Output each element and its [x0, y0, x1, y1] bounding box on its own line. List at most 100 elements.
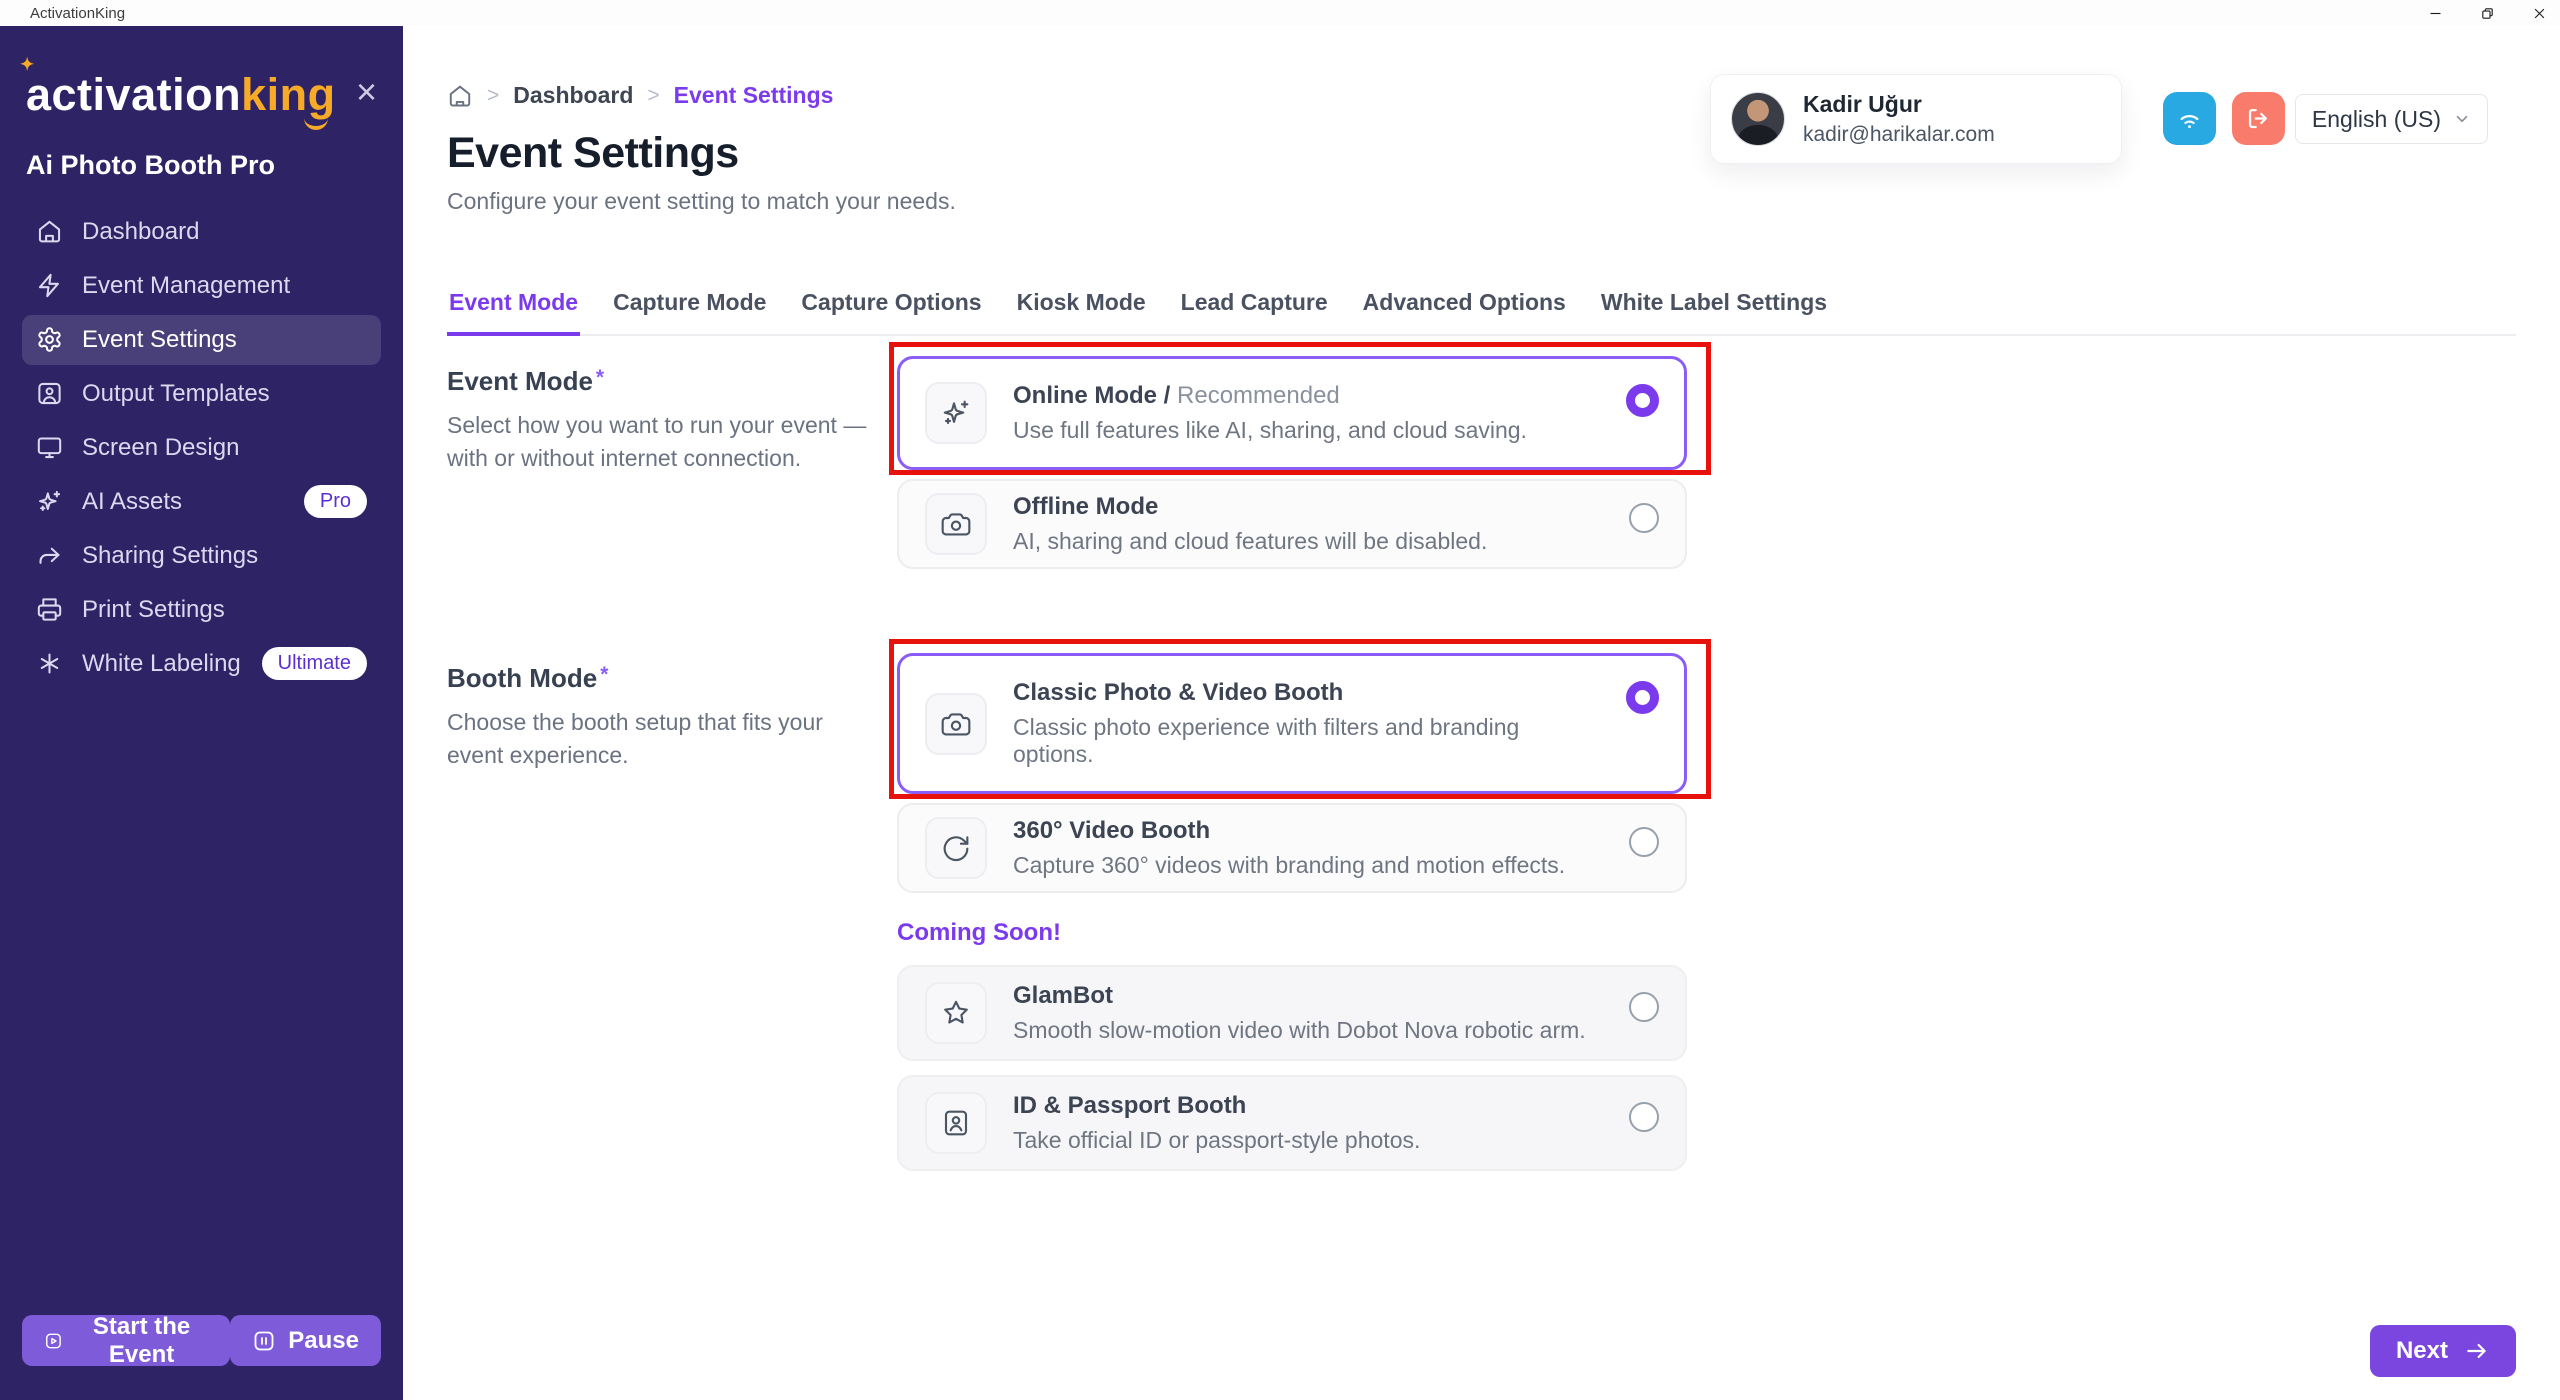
tab-advanced-options[interactable]: Advanced Options	[1361, 289, 1568, 334]
ultimate-badge: Ultimate	[262, 647, 367, 680]
user-email: kadir@harikalar.com	[1803, 123, 1995, 147]
sparkles-icon	[36, 488, 63, 515]
radio-classic-booth[interactable]	[1626, 681, 1659, 714]
option-icon-box	[925, 693, 987, 755]
breadcrumb-event-settings[interactable]: Event Settings	[674, 82, 834, 109]
option-title: GlamBot	[1013, 982, 1603, 1010]
sidebar-item-label: AI Assets	[82, 488, 182, 516]
tab-capture-options[interactable]: Capture Options	[799, 289, 983, 334]
close-button[interactable]	[2526, 0, 2552, 26]
start-event-label: Start the Event	[75, 1313, 208, 1369]
restore-button[interactable]	[2474, 0, 2500, 26]
home-icon[interactable]	[447, 83, 473, 109]
id-card-icon	[940, 1107, 972, 1139]
sidebar-item-output-templates[interactable]: Output Templates	[22, 369, 381, 419]
sidebar-item-label: Dashboard	[82, 218, 199, 246]
camera-icon	[940, 708, 972, 740]
option-360-booth[interactable]: 360° Video Booth Capture 360° videos wit…	[897, 803, 1687, 893]
wifi-icon	[2176, 105, 2203, 132]
option-description: Capture 360° videos with branding and mo…	[1013, 852, 1603, 879]
pause-label: Pause	[288, 1327, 359, 1355]
coming-soon-label: Coming Soon!	[897, 919, 1687, 947]
radio-360-booth[interactable]	[1629, 827, 1659, 857]
window-controls	[2422, 0, 2552, 26]
start-event-button[interactable]: Start the Event	[22, 1315, 230, 1366]
radio-offline-mode[interactable]	[1629, 503, 1659, 533]
tab-kiosk-mode[interactable]: Kiosk Mode	[1015, 289, 1148, 334]
star-icon	[940, 997, 972, 1029]
option-description: Take official ID or passport-style photo…	[1013, 1127, 1603, 1154]
sidebar: activationking × Ai Photo Booth Pro Dash…	[0, 26, 403, 1400]
radio-glambot[interactable]	[1629, 992, 1659, 1022]
chevron-down-icon	[2453, 110, 2471, 128]
camera-icon	[940, 508, 972, 540]
booth-mode-label: Booth Mode*	[447, 663, 897, 694]
option-icon-box	[925, 817, 987, 879]
sidebar-item-event-management[interactable]: Event Management	[22, 261, 381, 311]
wifi-button[interactable]	[2163, 92, 2216, 145]
option-icon-box	[925, 493, 987, 555]
option-classic-booth[interactable]: Classic Photo & Video Booth Classic phot…	[897, 653, 1687, 794]
option-id-passport-booth[interactable]: ID & Passport Booth Take official ID or …	[897, 1075, 1687, 1171]
main-content: > Dashboard > Event Settings Event Setti…	[403, 26, 2560, 1400]
event-mode-description: Select how you want to run your event — …	[447, 409, 867, 476]
window-title: ActivationKing	[30, 5, 125, 22]
sidebar-item-sharing-settings[interactable]: Sharing Settings	[22, 531, 381, 581]
sidebar-item-event-settings[interactable]: Event Settings	[22, 315, 381, 365]
event-mode-section: Event Mode* Select how you want to run y…	[447, 356, 2516, 569]
option-title: Offline Mode	[1013, 493, 1603, 521]
tab-white-label-settings[interactable]: White Label Settings	[1599, 289, 1829, 334]
breadcrumb-dashboard[interactable]: Dashboard	[513, 82, 633, 109]
sidebar-item-ai-assets[interactable]: AI Assets Pro	[22, 477, 381, 527]
required-asterisk: *	[596, 366, 604, 389]
sidebar-item-screen-design[interactable]: Screen Design	[22, 423, 381, 473]
asterisk-icon	[36, 650, 63, 677]
sidebar-item-label: Sharing Settings	[82, 542, 258, 570]
sidebar-item-white-labeling[interactable]: White Labeling Ultimate	[22, 639, 381, 689]
pause-button[interactable]: Pause	[230, 1315, 381, 1366]
option-title: Classic Photo & Video Booth	[1013, 679, 1600, 707]
forward-arrow-icon	[36, 542, 63, 569]
booth-mode-description: Choose the booth setup that fits your ev…	[447, 706, 867, 773]
radio-id-passport-booth[interactable]	[1629, 1102, 1659, 1132]
next-label: Next	[2396, 1337, 2448, 1365]
option-icon-box	[925, 982, 987, 1044]
restore-icon	[2480, 6, 2495, 21]
sidebar-close-icon[interactable]: ×	[356, 78, 377, 107]
required-asterisk: *	[600, 663, 608, 686]
printer-icon	[36, 596, 63, 623]
pro-badge: Pro	[304, 485, 367, 518]
user-card[interactable]: Kadir Uğur kadir@harikalar.com	[1710, 74, 2122, 164]
option-description: Classic photo experience with filters an…	[1013, 714, 1600, 768]
logout-button[interactable]	[2232, 92, 2285, 145]
minimize-icon	[2428, 6, 2443, 21]
app-logo: activationking	[26, 70, 336, 120]
option-description: Use full features like AI, sharing, and …	[1013, 417, 1600, 444]
tab-event-mode[interactable]: Event Mode	[447, 289, 580, 336]
option-offline-mode[interactable]: Offline Mode AI, sharing and cloud featu…	[897, 479, 1687, 569]
avatar	[1731, 92, 1785, 146]
sidebar-item-print-settings[interactable]: Print Settings	[22, 585, 381, 635]
tab-capture-mode[interactable]: Capture Mode	[611, 289, 768, 334]
next-button[interactable]: Next	[2370, 1325, 2516, 1377]
option-title: ID & Passport Booth	[1013, 1092, 1603, 1120]
option-icon-box	[925, 1092, 987, 1154]
minimize-button[interactable]	[2422, 0, 2448, 26]
sidebar-item-label: Event Settings	[82, 326, 237, 354]
option-online-mode[interactable]: Online Mode / Recommended Use full featu…	[897, 356, 1687, 470]
sidebar-item-label: Screen Design	[82, 434, 239, 462]
tab-bar: Event Mode Capture Mode Capture Options …	[447, 289, 2516, 336]
sidebar-item-dashboard[interactable]: Dashboard	[22, 207, 381, 257]
close-icon	[2532, 6, 2547, 21]
language-selector[interactable]: English (US)	[2295, 94, 2488, 144]
option-description: Smooth slow-motion video with Dobot Nova…	[1013, 1017, 1603, 1044]
window-titlebar: ActivationKing	[0, 0, 2560, 26]
sidebar-menu: Dashboard Event Management Event Setting…	[0, 207, 403, 693]
tab-lead-capture[interactable]: Lead Capture	[1179, 289, 1330, 334]
page-subtitle: Configure your event setting to match yo…	[447, 188, 2516, 215]
arrow-right-icon	[2464, 1338, 2490, 1364]
option-glambot[interactable]: GlamBot Smooth slow-motion video with Do…	[897, 965, 1687, 1061]
radio-online-mode[interactable]	[1626, 384, 1659, 417]
user-name: Kadir Uğur	[1803, 91, 1995, 118]
sidebar-item-label: White Labeling	[82, 650, 241, 678]
